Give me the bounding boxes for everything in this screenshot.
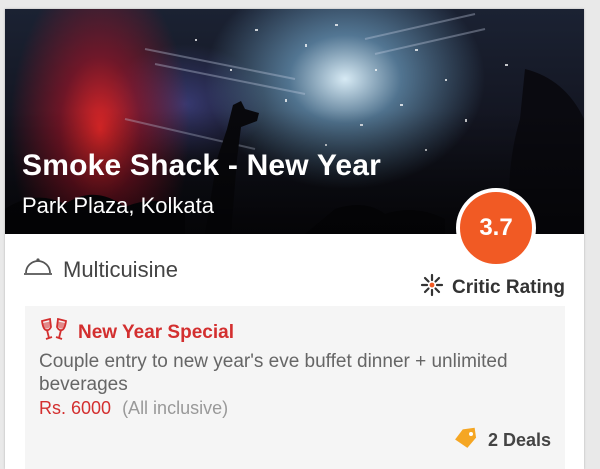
critic-burst-icon	[420, 273, 444, 302]
offer-price-row: Rs. 6000 (All inclusive)	[39, 398, 228, 419]
critic-rating-label: Critic Rating	[452, 276, 565, 298]
offer-header: New Year Special	[39, 317, 234, 347]
cheers-glasses-icon	[39, 317, 69, 347]
offer-title: New Year Special	[78, 321, 234, 343]
offer-panel[interactable]: New Year Special Couple entry to new yea…	[25, 306, 565, 469]
cloche-icon	[23, 256, 53, 283]
deals-count[interactable]: 2 Deals	[488, 430, 551, 451]
cuisine-row: Multicuisine	[23, 256, 178, 283]
cuisine-label: Multicuisine	[63, 256, 178, 282]
restaurant-location: Park Plaza, Kolkata	[22, 193, 214, 218]
restaurant-card[interactable]: Smoke Shack - New Year Park Plaza, Kolka…	[5, 9, 584, 469]
restaurant-name[interactable]: Smoke Shack - New Year	[22, 149, 381, 183]
offer-price-note: (All inclusive)	[122, 398, 229, 418]
critic-rating: Critic Rating	[420, 273, 565, 302]
offer-description: Couple entry to new year's eve buffet di…	[39, 351, 508, 395]
rating-badge: 3.7	[456, 188, 536, 268]
offer-price: Rs. 6000	[39, 398, 112, 418]
